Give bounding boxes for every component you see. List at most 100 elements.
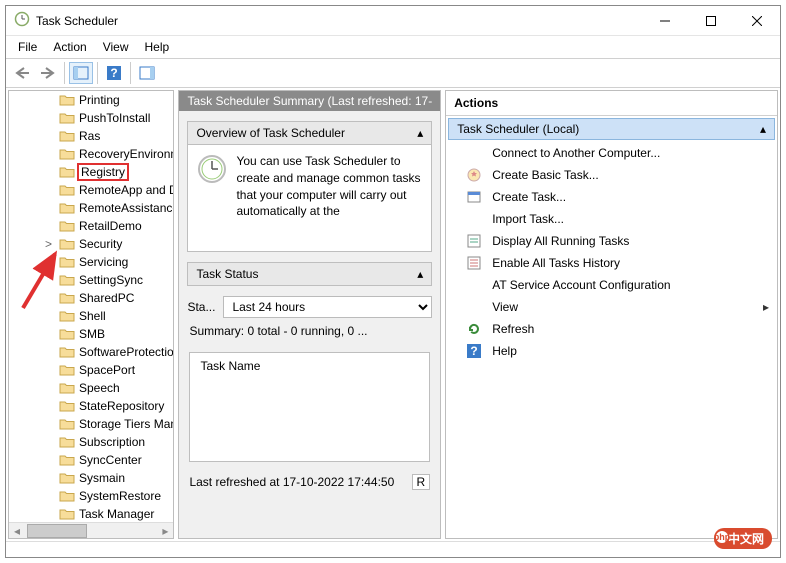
- tree-item-settingsync[interactable]: SettingSync: [17, 271, 173, 289]
- watermark-badge: php 中文网: [714, 528, 772, 549]
- overview-text: You can use Task Scheduler to create and…: [236, 153, 423, 243]
- action-display-all-running-tasks[interactable]: Display All Running Tasks: [446, 230, 777, 252]
- forward-button[interactable]: [36, 62, 60, 84]
- collapse-icon[interactable]: ▴: [417, 126, 423, 140]
- action-create-task[interactable]: Create Task...: [446, 186, 777, 208]
- task-status-section-header[interactable]: Task Status ▴: [187, 262, 432, 286]
- folder-icon: [59, 381, 75, 395]
- menu-help[interactable]: Help: [139, 38, 176, 56]
- action-view[interactable]: View▸: [446, 296, 777, 318]
- action-label: Help: [492, 344, 517, 358]
- tree-item-softwareprotectionplatform[interactable]: SoftwareProtectionPlatform: [17, 343, 173, 361]
- task-name-column-header[interactable]: Task Name: [200, 359, 260, 373]
- expand-icon[interactable]: >: [45, 237, 57, 251]
- show-hide-action-pane-button[interactable]: [135, 62, 159, 84]
- tree-scrollbar-horizontal[interactable]: ◂ ▸: [9, 522, 173, 538]
- tree-item-registry[interactable]: Registry: [17, 163, 173, 181]
- tree-item-label: RetailDemo: [79, 219, 142, 233]
- refresh-button-small[interactable]: R: [412, 474, 431, 490]
- tree-item-security[interactable]: > Security: [17, 235, 173, 253]
- tree-item-speech[interactable]: Speech: [17, 379, 173, 397]
- tree-item-label: SpacePort: [79, 363, 135, 377]
- action-at-service-account-configuration[interactable]: AT Service Account Configuration: [446, 274, 777, 296]
- overview-section-header[interactable]: Overview of Task Scheduler ▴: [187, 121, 432, 145]
- tree-item-storage-tiers-management[interactable]: Storage Tiers Management: [17, 415, 173, 433]
- action-connect-to-another-computer[interactable]: Connect to Another Computer...: [446, 142, 777, 164]
- tree-item-label: PushToInstall: [79, 111, 150, 125]
- maximize-button[interactable]: [688, 6, 734, 36]
- tree-item-sharedpc[interactable]: SharedPC: [17, 289, 173, 307]
- tree-item-staterepository[interactable]: StateRepository: [17, 397, 173, 415]
- action-import-task[interactable]: Import Task...: [446, 208, 777, 230]
- close-button[interactable]: [734, 6, 780, 36]
- actions-pane: Actions Task Scheduler (Local) ▴ Connect…: [445, 90, 778, 539]
- status-period-select[interactable]: Last 24 hours: [223, 296, 432, 318]
- blank-icon: [466, 145, 482, 161]
- tree-item-remoteapp-and-desktop[interactable]: RemoteApp and Desktop: [17, 181, 173, 199]
- summary-pane: Task Scheduler Summary (Last refreshed: …: [178, 90, 441, 539]
- tree-item-spaceport[interactable]: SpacePort: [17, 361, 173, 379]
- tree-item-retaildemo[interactable]: RetailDemo: [17, 217, 173, 235]
- tree-item-ras[interactable]: Ras: [17, 127, 173, 145]
- app-icon: [14, 11, 30, 30]
- minimize-button[interactable]: [642, 6, 688, 36]
- folder-icon: [59, 507, 75, 521]
- actions-scope-header[interactable]: Task Scheduler (Local) ▴: [448, 118, 775, 140]
- folder-icon: [59, 309, 75, 323]
- folder-icon: [59, 345, 75, 359]
- folder-icon: [59, 435, 75, 449]
- overview-section-body: You can use Task Scheduler to create and…: [187, 145, 432, 252]
- toolbar: ?: [6, 58, 780, 88]
- tree-item-label: RemoteAssistance: [79, 201, 174, 215]
- create-icon: [466, 189, 482, 205]
- menubar: File Action View Help: [6, 36, 780, 58]
- tree-item-task-manager[interactable]: Task Manager: [17, 505, 173, 523]
- scrollbar-thumb[interactable]: [27, 524, 87, 538]
- folder-icon: [59, 327, 75, 341]
- action-enable-all-tasks-history[interactable]: Enable All Tasks History: [446, 252, 777, 274]
- action-label: Enable All Tasks History: [492, 256, 620, 270]
- svg-text:?: ?: [110, 66, 117, 80]
- tree[interactable]: Printing PushToInstall Ras RecoveryEnvironm…: [17, 91, 173, 523]
- tree-item-label: SoftwareProtectionPlatform: [79, 345, 174, 359]
- action-label: View: [492, 300, 518, 314]
- collapse-icon[interactable]: ▴: [760, 122, 766, 136]
- tree-item-printing[interactable]: Printing: [17, 91, 173, 109]
- blank-icon: [466, 277, 482, 293]
- menu-action[interactable]: Action: [47, 38, 92, 56]
- tree-item-shell[interactable]: Shell: [17, 307, 173, 325]
- tree-item-label: Servicing: [79, 255, 128, 269]
- task-list[interactable]: Task Name: [189, 352, 430, 462]
- show-hide-console-tree-button[interactable]: [69, 62, 93, 84]
- tree-item-label: SMB: [79, 327, 105, 341]
- tree-item-label: Security: [79, 237, 122, 251]
- tree-item-pushtoinstall[interactable]: PushToInstall: [17, 109, 173, 127]
- tree-item-sysmain[interactable]: Sysmain: [17, 469, 173, 487]
- tree-item-synccenter[interactable]: SyncCenter: [17, 451, 173, 469]
- help-button[interactable]: ?: [102, 62, 126, 84]
- tree-item-systemrestore[interactable]: SystemRestore: [17, 487, 173, 505]
- actions-pane-title: Actions: [446, 91, 777, 116]
- tree-item-servicing[interactable]: Servicing: [17, 253, 173, 271]
- folder-icon: [59, 219, 75, 233]
- action-refresh[interactable]: Refresh: [446, 318, 777, 340]
- tree-item-label: StateRepository: [79, 399, 164, 413]
- tree-item-remoteassistance[interactable]: RemoteAssistance: [17, 199, 173, 217]
- tree-item-smb[interactable]: SMB: [17, 325, 173, 343]
- tree-item-subscription[interactable]: Subscription: [17, 433, 173, 451]
- folder-icon: [59, 129, 75, 143]
- back-button[interactable]: [10, 62, 34, 84]
- folder-icon: [59, 363, 75, 377]
- folder-icon: [59, 489, 75, 503]
- tree-item-recoveryenvironment[interactable]: RecoveryEnvironment: [17, 145, 173, 163]
- folder-icon: [59, 147, 75, 161]
- blank-icon: [466, 211, 482, 227]
- collapse-icon[interactable]: ▴: [417, 267, 423, 281]
- menu-view[interactable]: View: [97, 38, 135, 56]
- action-label: Import Task...: [492, 212, 564, 226]
- tree-item-label: SharedPC: [79, 291, 134, 305]
- action-create-basic-task[interactable]: Create Basic Task...: [446, 164, 777, 186]
- action-help[interactable]: ?Help: [446, 340, 777, 362]
- tree-item-label: Ras: [79, 129, 100, 143]
- menu-file[interactable]: File: [12, 38, 43, 56]
